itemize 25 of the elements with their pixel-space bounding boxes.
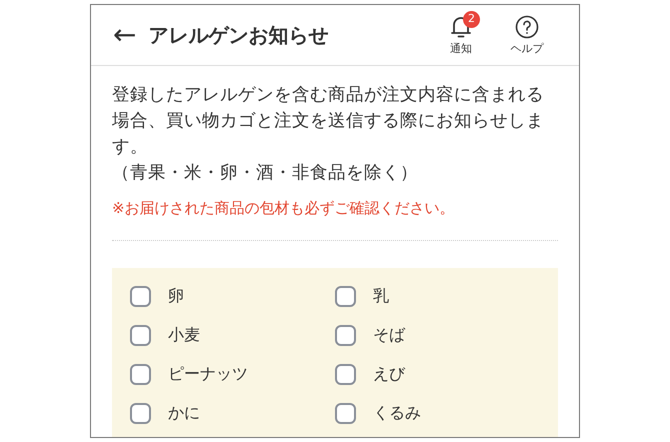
checkbox[interactable] bbox=[130, 286, 151, 306]
allergen-option[interactable]: くるみ bbox=[335, 401, 421, 425]
back-button[interactable]: ← bbox=[113, 21, 136, 49]
notification-badge: 2 bbox=[463, 10, 480, 28]
checkbox[interactable] bbox=[130, 324, 151, 346]
description-text: 登録したアレルゲンを含む商品が注文内容に含まれる場合、買い物カゴと注文を送信する際にお知らせします。 bbox=[112, 84, 544, 159]
allergen-option[interactable]: 小麦 bbox=[130, 323, 200, 347]
bell-icon bbox=[450, 14, 472, 39]
checkbox[interactable] bbox=[335, 364, 356, 384]
page-title: アレルゲンお知らせ bbox=[148, 22, 328, 49]
checkbox[interactable] bbox=[335, 286, 356, 306]
checkbox[interactable] bbox=[130, 402, 151, 424]
help-icon bbox=[515, 14, 539, 39]
checkbox[interactable] bbox=[130, 364, 151, 384]
exclusion-note: （青果・米・卵・酒・非食品を除く） bbox=[112, 162, 419, 185]
allergen-option[interactable]: そば bbox=[335, 323, 405, 347]
allergen-option[interactable]: かに bbox=[130, 401, 200, 425]
help-button[interactable]: ヘルプ bbox=[507, 14, 547, 56]
checkbox[interactable] bbox=[335, 324, 356, 346]
allergen-option[interactable]: えび bbox=[335, 362, 405, 386]
warning-text: ※お届けされた商品の包材も必ずご確認ください。 bbox=[112, 198, 456, 218]
allergen-option[interactable]: 乳 bbox=[335, 284, 389, 308]
checkbox[interactable] bbox=[335, 402, 356, 424]
allergen-option[interactable]: 卵 bbox=[130, 284, 184, 308]
allergen-option[interactable]: ピーナッツ bbox=[130, 362, 248, 386]
